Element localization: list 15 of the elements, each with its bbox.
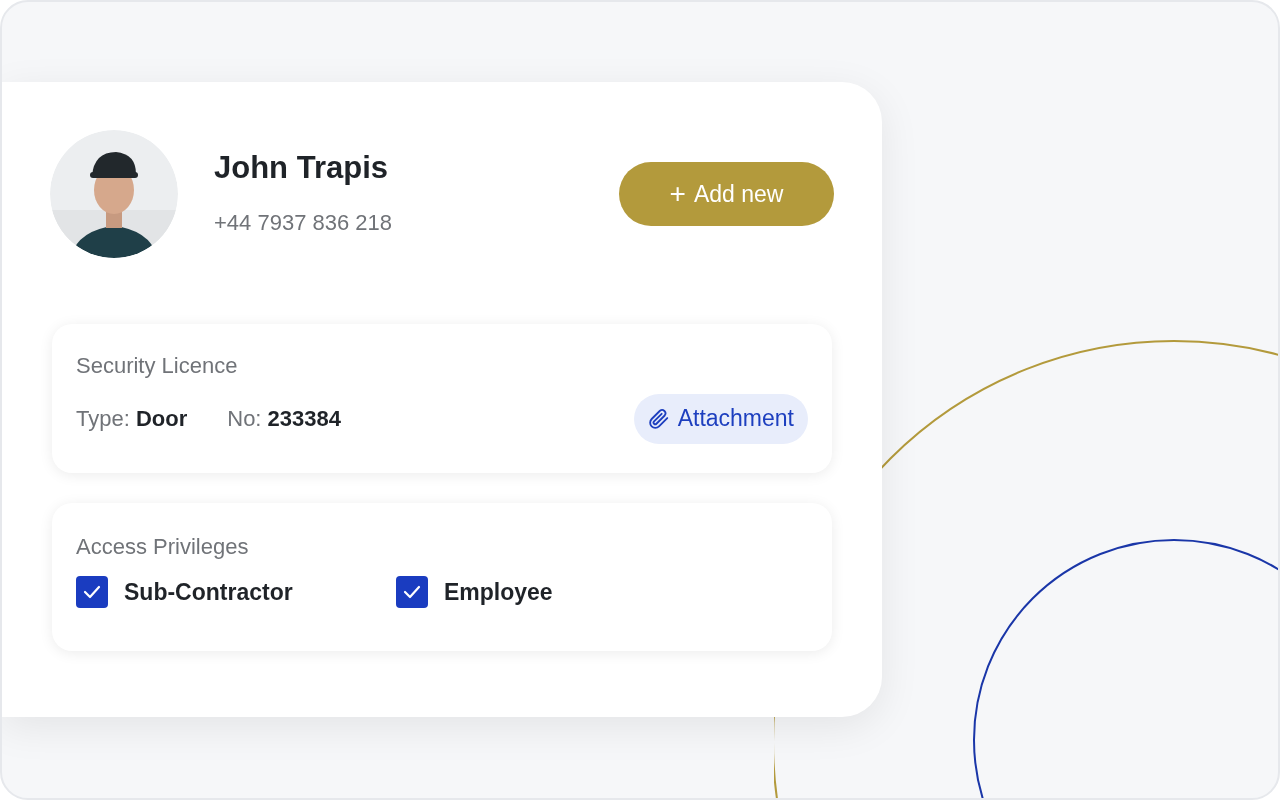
- section-title: Security Licence: [76, 352, 239, 380]
- checkmark-icon: [403, 584, 421, 599]
- phone-number: +44 7937 836 218: [214, 208, 392, 237]
- checkbox[interactable]: [396, 575, 428, 608]
- paperclip-icon: [647, 407, 670, 430]
- checkbox[interactable]: [76, 575, 108, 608]
- contact-name: John Trapis: [214, 149, 389, 188]
- checkbox-label: Employee: [444, 577, 553, 607]
- checkbox-label: Sub-Contractor: [124, 577, 293, 607]
- plus-icon: +: [669, 180, 686, 208]
- checkmark-icon: [83, 584, 101, 599]
- licence-field: Type: Door: [76, 402, 188, 435]
- attachment-button[interactable]: Attachment: [633, 393, 808, 444]
- section-title: Access Privileges: [76, 533, 250, 561]
- licence-field: No: 233384: [227, 402, 342, 435]
